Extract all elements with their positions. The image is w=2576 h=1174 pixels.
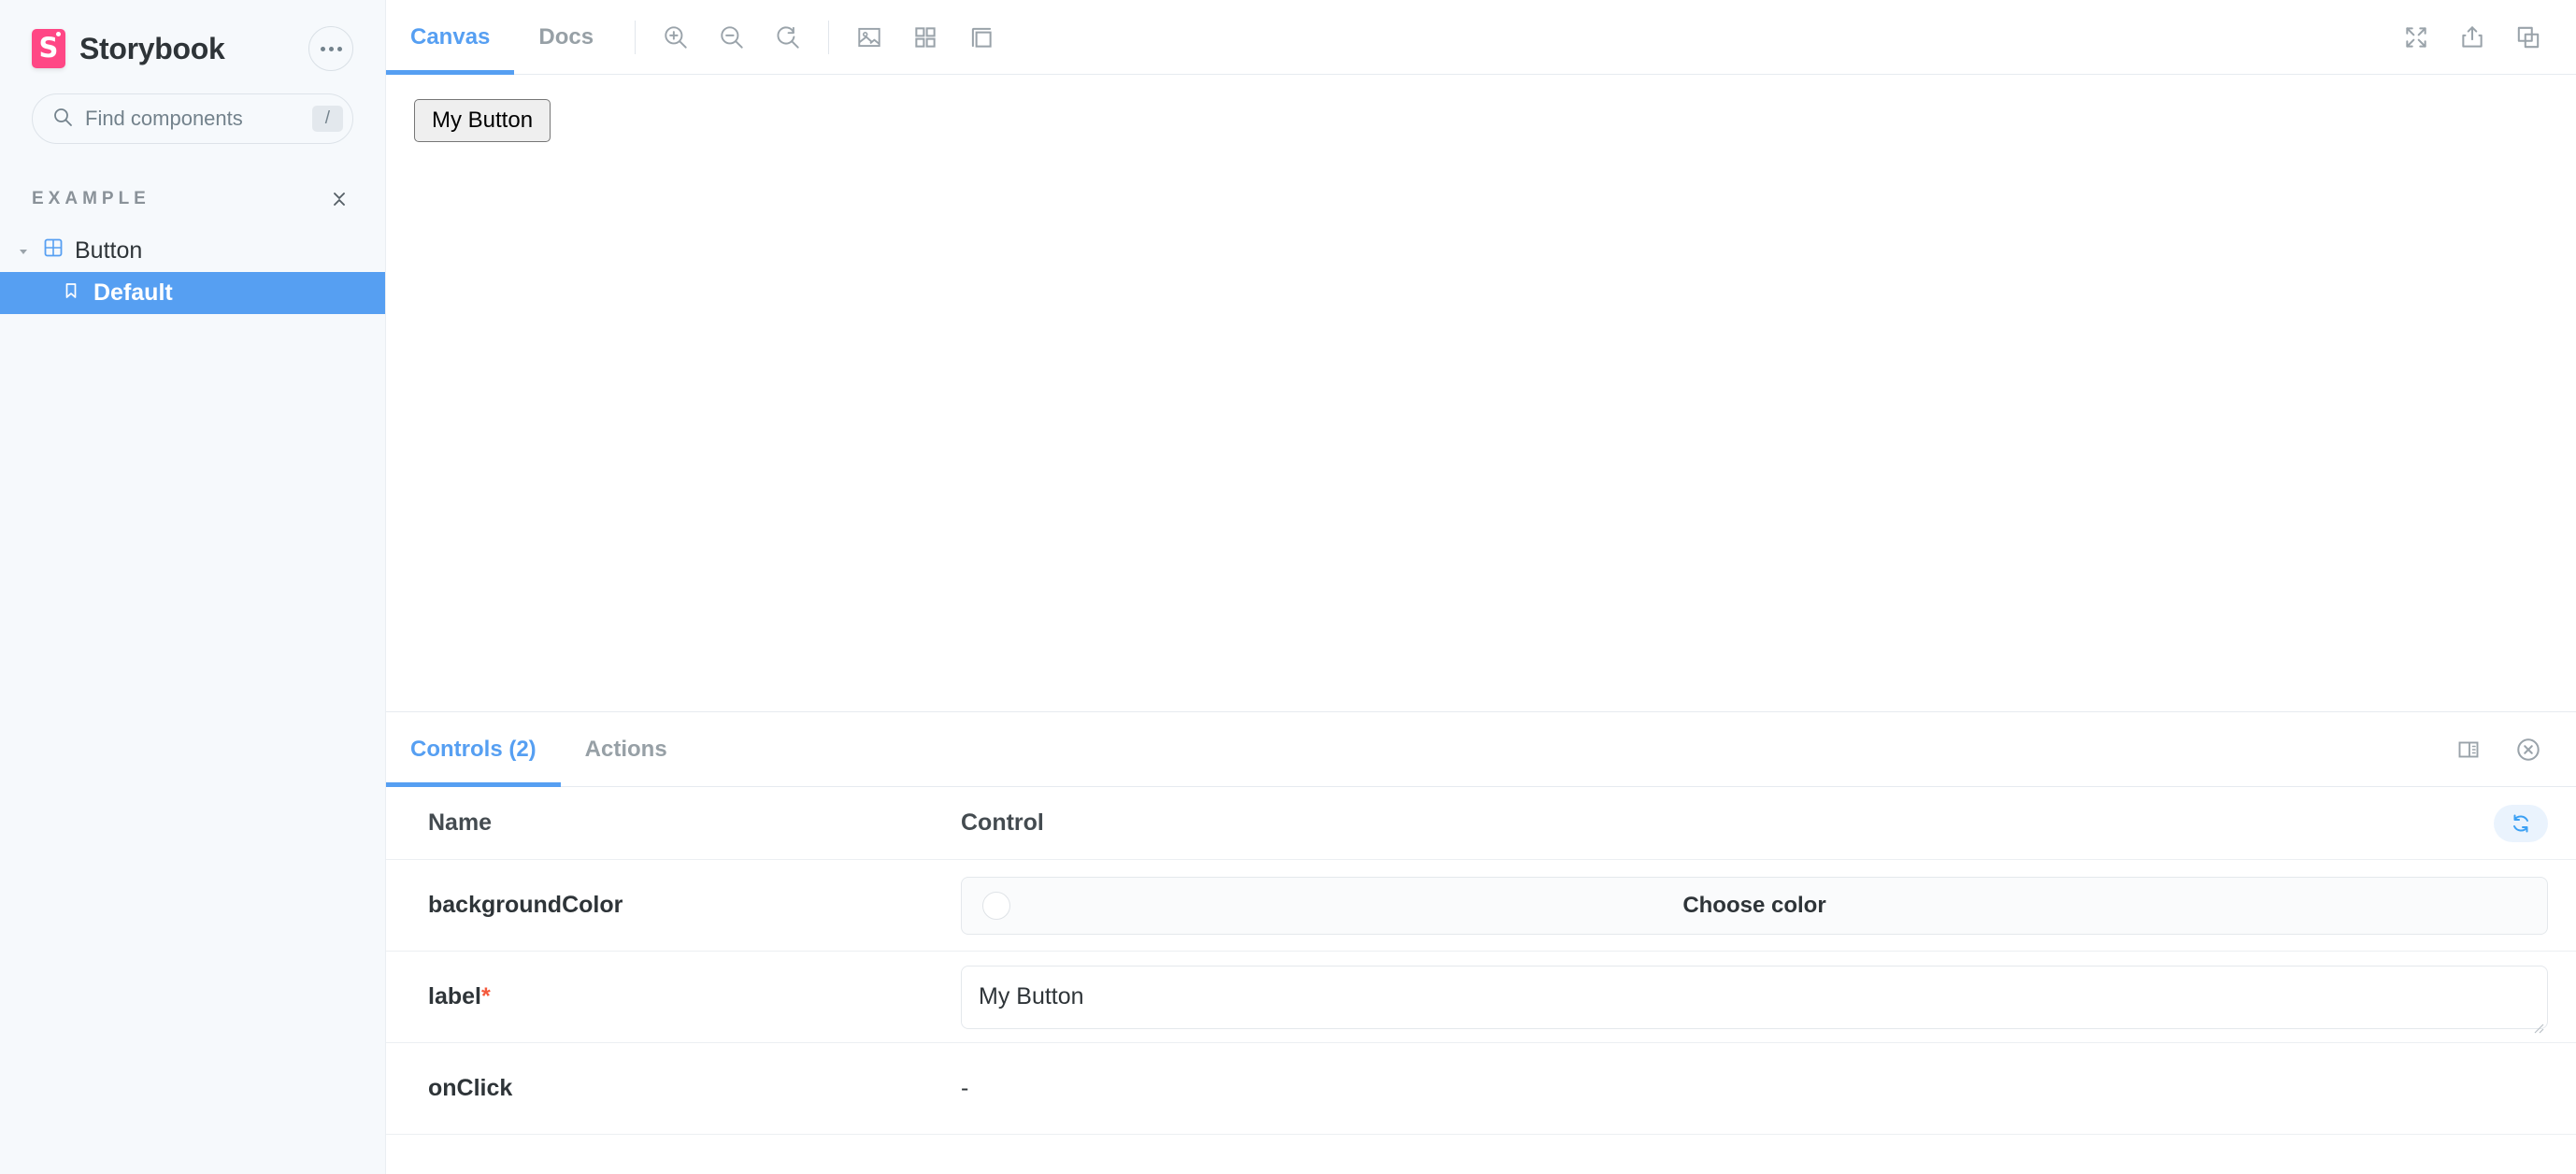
control-empty-value: -: [961, 1075, 969, 1101]
addon-panel: Controls (2) Actions Name Control backgr…: [386, 711, 2576, 1174]
addon-tool-controls: [846, 14, 1005, 61]
color-swatch-icon: [982, 891, 1010, 920]
backgrounds-icon[interactable]: [846, 14, 893, 61]
controls-table-header: Name Control: [386, 787, 2576, 860]
required-marker: *: [480, 983, 491, 1009]
storybook-logo-icon: S: [32, 29, 65, 68]
search-placeholder: Find components: [85, 107, 243, 130]
zoom-in-icon[interactable]: [652, 14, 699, 61]
tree-item-default[interactable]: Default: [0, 272, 385, 314]
collapse-all-icon[interactable]: [325, 185, 353, 213]
table-row: onClick -: [386, 1043, 2576, 1135]
component-tree: Button Default: [0, 230, 385, 314]
tab-actions[interactable]: Actions: [561, 712, 692, 786]
brand[interactable]: S Storybook: [32, 29, 225, 68]
resize-handle-icon[interactable]: [2531, 1013, 2544, 1033]
section-title: EXAMPLE: [32, 189, 150, 208]
panel-controls: [2445, 726, 2552, 773]
column-header-control: Control: [961, 809, 1044, 836]
tree-item-button[interactable]: Button: [0, 230, 385, 272]
control-name-backgroundcolor: backgroundColor: [428, 892, 623, 918]
tab-canvas[interactable]: Canvas: [386, 0, 515, 75]
sidebar-header: S Storybook: [0, 0, 385, 71]
close-panel-icon[interactable]: [2505, 726, 2552, 773]
table-row: backgroundColor Choose color: [386, 860, 2576, 952]
search-shortcut-key: /: [311, 105, 343, 133]
control-cell: -: [961, 1075, 2548, 1102]
label-input-value: My Button: [979, 983, 1084, 1009]
search-container: Find components /: [0, 71, 385, 144]
color-picker-input[interactable]: Choose color: [961, 876, 2548, 935]
main-area: Canvas Docs My Button Controls (2) Actio…: [386, 0, 2576, 1174]
story-bookmark-icon: [62, 279, 80, 307]
toolbar-divider: [828, 20, 830, 54]
share-icon[interactable]: [2449, 14, 2496, 61]
tab-docs[interactable]: Docs: [514, 0, 618, 74]
addon-tabs: Controls (2) Actions: [386, 712, 692, 787]
column-header-name: Name: [428, 809, 493, 836]
zoom-controls: [652, 14, 811, 61]
control-cell: Choose color: [961, 876, 2548, 935]
chevron-down-icon: [15, 243, 32, 260]
brand-title: Storybook: [79, 31, 225, 65]
canvas-toolbar: Canvas Docs: [386, 0, 2576, 75]
tree-item-label: Button: [75, 237, 143, 264]
color-placeholder-text: Choose color: [1682, 892, 1826, 918]
menu-dots-icon[interactable]: [308, 26, 353, 71]
label-text-input[interactable]: My Button: [961, 965, 2548, 1033]
search-icon: [51, 106, 74, 133]
addon-panel-tabbar: Controls (2) Actions: [386, 712, 2576, 787]
copy-icon[interactable]: [2505, 14, 2552, 61]
fullscreen-icon[interactable]: [2393, 14, 2440, 61]
panel-position-icon[interactable]: [2445, 726, 2492, 773]
control-label-text: label: [428, 983, 481, 1009]
component-icon: [43, 237, 64, 265]
control-cell: My Button: [961, 965, 2548, 1033]
section-header: EXAMPLE: [0, 144, 385, 213]
grid-icon[interactable]: [902, 14, 949, 61]
search-input[interactable]: Find components /: [32, 93, 353, 144]
canvas-preview: My Button: [386, 75, 2576, 711]
canvas-right-controls: [2393, 14, 2552, 61]
reset-controls-icon[interactable]: [2494, 804, 2548, 842]
storybook-app: S Storybook Find components / EXAMPLE Bu…: [0, 0, 2576, 1174]
canvas-tabs: Canvas Docs: [386, 0, 618, 75]
zoom-reset-icon[interactable]: [765, 14, 811, 61]
controls-table: Name Control backgroundColor Choose colo…: [386, 787, 2576, 1174]
table-row: label* My Button: [386, 952, 2576, 1043]
measure-icon[interactable]: [958, 14, 1005, 61]
story-preview-button[interactable]: My Button: [414, 99, 551, 142]
control-name-onclick: onClick: [428, 1075, 513, 1101]
sidebar: S Storybook Find components / EXAMPLE Bu…: [0, 0, 386, 1174]
tab-controls[interactable]: Controls (2): [386, 712, 561, 787]
control-name-label: label*: [386, 983, 961, 1010]
zoom-out-icon[interactable]: [708, 14, 755, 61]
toolbar-divider: [635, 20, 637, 54]
tree-item-label: Default: [93, 279, 173, 306]
